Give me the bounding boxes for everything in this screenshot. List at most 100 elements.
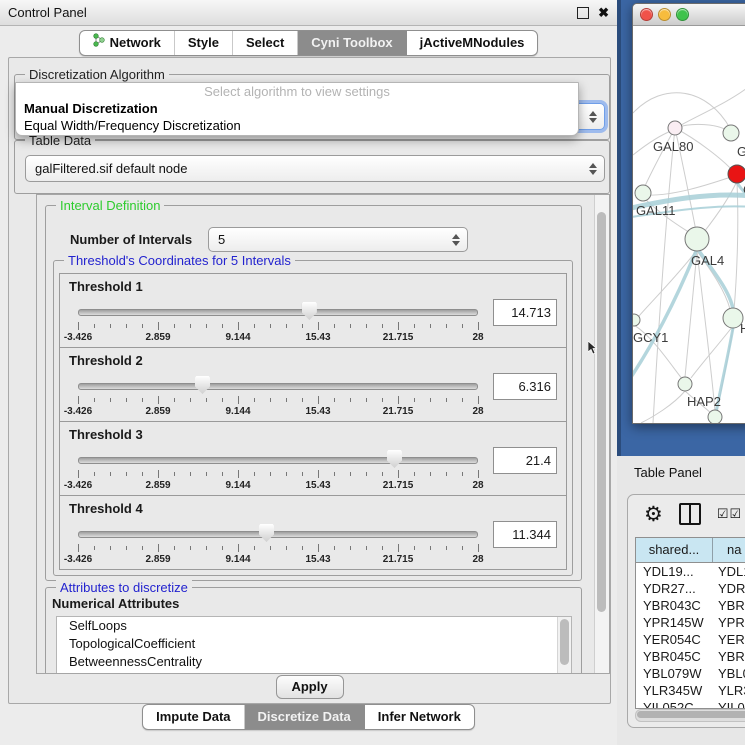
tab-select[interactable]: Select	[233, 31, 298, 55]
threshold-4-block: Threshold 4 -3.4262.8599.14415.4321.7152…	[59, 495, 567, 570]
tab-discretize-data[interactable]: Discretize Data	[245, 705, 365, 729]
combo-arrows-icon	[589, 156, 597, 181]
table-row[interactable]: YPR145W YPR1	[636, 614, 745, 631]
tab-jactivemnodules[interactable]: jActiveMNodules	[407, 31, 538, 55]
tab-label: Impute Data	[156, 705, 230, 729]
settings-scroll-area: Interval Definition Number of Intervals …	[36, 194, 610, 674]
slider-ruler	[78, 396, 478, 405]
number-of-intervals-value: 5	[218, 232, 225, 247]
select-columns-icon[interactable]: ☑☑	[717, 506, 742, 522]
close-icon[interactable]: ✖	[598, 8, 609, 18]
table-panel-title: Table Panel	[634, 462, 702, 484]
slider-track[interactable]	[78, 309, 478, 316]
tab-label: Discretize Data	[258, 705, 351, 729]
threshold-4-slider[interactable]: -3.4262.8599.14415.4321.71528	[78, 524, 478, 566]
node-bottom[interactable]	[708, 410, 722, 423]
node-label-gcy1: GCY1	[633, 330, 668, 345]
group-title: Interval Definition	[56, 198, 164, 213]
node-table: shared... na YDL19... YDL1 YDR27... YDR2	[635, 537, 745, 709]
threshold-value-field[interactable]: 14.713	[493, 299, 557, 326]
node-gal11[interactable]	[635, 185, 651, 201]
node-hap2[interactable]	[678, 377, 692, 391]
list-item[interactable]: BetweennessCentrality	[57, 653, 571, 671]
tab-cyni-toolbox[interactable]: Cyni Toolbox	[298, 31, 406, 55]
tab-network[interactable]: Network	[80, 31, 175, 55]
table-row[interactable]: YBR045C YBR0	[636, 648, 745, 665]
node-top-right[interactable]	[723, 125, 739, 141]
number-of-intervals-combobox[interactable]: 5	[208, 227, 468, 252]
node-red-selected[interactable]	[728, 165, 745, 183]
numerical-attributes-label: Numerical Attributes	[52, 596, 179, 611]
dropdown-placeholder-item[interactable]: Select algorithm to view settings	[16, 83, 578, 100]
tab-style[interactable]: Style	[175, 31, 233, 55]
node-label-gal80: GAL80	[653, 139, 693, 154]
tab-impute-data[interactable]: Impute Data	[143, 705, 244, 729]
threshold-2-slider[interactable]: -3.4262.8599.14415.4321.71528	[78, 376, 478, 418]
numerical-attributes-list[interactable]: SelfLoopsTopologicalCoefficientBetweenne…	[56, 616, 572, 674]
threshold-label: Threshold 1	[69, 279, 143, 294]
network-icon	[93, 31, 105, 55]
combo-arrows-icon	[589, 104, 597, 129]
dropdown-option-equal-width[interactable]: Equal Width/Frequency Discretization	[16, 117, 578, 134]
column-header-shared-name[interactable]: shared...	[636, 538, 713, 562]
table-horizontal-scrollbar[interactable]	[635, 709, 745, 722]
close-traffic-light-icon[interactable]	[640, 8, 653, 21]
gear-icon[interactable]: ⚙	[644, 504, 663, 525]
desktop-background: GAL80 GA GAL11 C GAL4 GCY1 H HAP2	[617, 0, 745, 456]
slider-handle[interactable]	[259, 524, 274, 542]
slider-ruler	[78, 544, 478, 553]
threshold-1-slider[interactable]: -3.4262.8599.14415.4321.71528	[78, 302, 478, 344]
table-row[interactable]: YIL052C YIL0	[636, 699, 745, 709]
threshold-1-block: Threshold 1 -3.4262.8599.14415.4321.7152…	[59, 273, 567, 348]
list-item[interactable]: TopologicalCoefficient	[57, 635, 571, 653]
node-gal4[interactable]	[685, 227, 709, 251]
threshold-value-field[interactable]: 6.316	[493, 373, 557, 400]
column-header-name[interactable]: na	[713, 538, 745, 562]
table-toolbar: ⚙ ☑☑	[628, 495, 745, 533]
slider-handle[interactable]	[195, 376, 210, 394]
threshold-3-slider[interactable]: -3.4262.8599.14415.4321.71528	[78, 450, 478, 492]
tab-label: Network	[110, 31, 161, 55]
slider-ruler	[78, 322, 478, 331]
float-window-icon[interactable]	[577, 7, 589, 19]
threshold-label: Threshold 3	[69, 427, 143, 442]
node-gcy1[interactable]	[633, 314, 640, 326]
table-row[interactable]: YBL079W YBL0	[636, 665, 745, 682]
network-view-window[interactable]: GAL80 GA GAL11 C GAL4 GCY1 H HAP2	[632, 3, 745, 424]
table-row[interactable]: YDL19... YDL1	[636, 563, 745, 580]
table-data-group: Table Data galFiltered.sif default node	[14, 140, 610, 194]
table-row[interactable]: YDR27... YDR2	[636, 580, 745, 597]
apply-button[interactable]: Apply	[276, 675, 344, 699]
table-header-row: shared... na	[636, 538, 745, 563]
table-row[interactable]: YBR043C YBR0	[636, 597, 745, 614]
node-gal80[interactable]	[668, 121, 682, 135]
threshold-value-field[interactable]: 21.4	[493, 447, 557, 474]
slider-handle[interactable]	[387, 450, 402, 468]
minimize-traffic-light-icon[interactable]	[658, 8, 671, 21]
settings-scrollbar[interactable]	[594, 195, 609, 673]
control-panel-titlebar: Control Panel ✖	[0, 0, 617, 26]
slider-track[interactable]	[78, 531, 478, 538]
top-tab-group: Network Style Select Cyni Toolbox jActiv…	[79, 30, 539, 56]
dropdown-option-manual[interactable]: Manual Discretization	[16, 100, 578, 117]
network-window-titlebar[interactable]	[633, 4, 745, 26]
tab-label: jActiveMNodules	[420, 31, 525, 55]
zoom-traffic-light-icon[interactable]	[676, 8, 689, 21]
table-row[interactable]: YLR345W YLR3	[636, 682, 745, 699]
table-data-combobox[interactable]: galFiltered.sif default node	[25, 155, 605, 182]
slider-track[interactable]	[78, 383, 478, 390]
table-row[interactable]: YER054C YER0	[636, 631, 745, 648]
right-side: GAL80 GA GAL11 C GAL4 GCY1 H HAP2 Table …	[617, 0, 745, 745]
slider-tick-labels: -3.4262.8599.14415.4321.71528	[78, 406, 478, 418]
number-of-intervals-label: Number of Intervals	[70, 232, 192, 247]
tab-infer-network[interactable]: Infer Network	[365, 705, 474, 729]
column-layout-icon[interactable]	[679, 503, 701, 525]
table-panel-container: ⚙ ☑☑ shared... na YDL19... YDL1	[627, 494, 745, 728]
network-canvas[interactable]: GAL80 GA GAL11 C GAL4 GCY1 H HAP2	[633, 25, 745, 423]
table-body: YDL19... YDL1 YDR27... YDR2 YBR043C YBR0	[636, 563, 745, 709]
threshold-value-field[interactable]: 11.344	[493, 521, 557, 548]
list-item[interactable]: SelfLoops	[57, 617, 571, 635]
slider-handle[interactable]	[302, 302, 317, 320]
slider-track[interactable]	[78, 457, 478, 464]
list-scrollbar[interactable]	[557, 617, 571, 674]
